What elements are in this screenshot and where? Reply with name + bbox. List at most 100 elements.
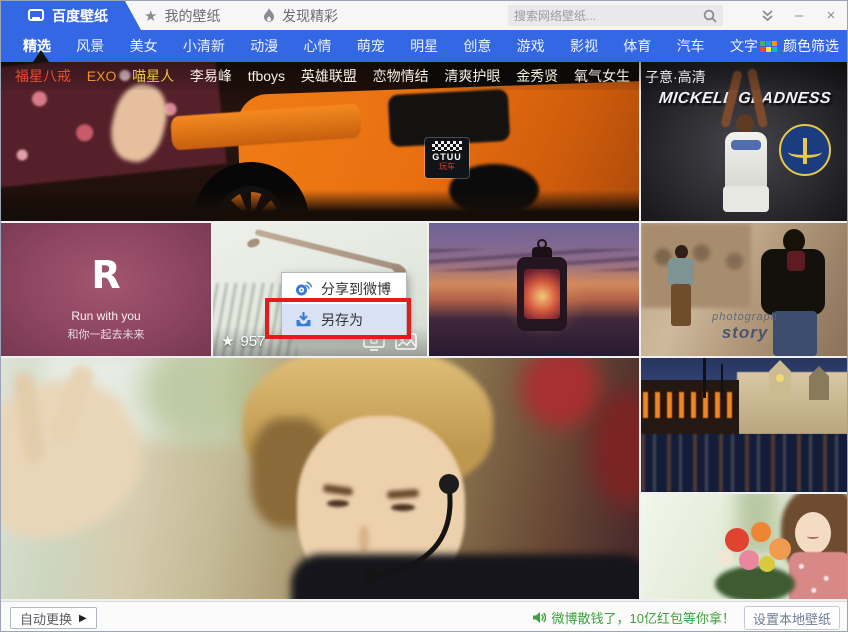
- star-icon: ★: [221, 333, 235, 350]
- fashion-caption-line2: story: [721, 323, 769, 342]
- bottom-bar: 自动更换 ▶ 微博散钱了，10亿红包等你拿！ 设置本地壁纸: [1, 601, 847, 631]
- run-title: Run with you: [71, 309, 141, 323]
- gtuu-sub-text: 玩车: [439, 162, 455, 171]
- nav-item-scenery[interactable]: 风景: [76, 36, 104, 56]
- player-head: [736, 114, 754, 134]
- nav-item-creative[interactable]: 创意: [463, 36, 491, 56]
- nav-item-text[interactable]: 文字: [730, 36, 758, 56]
- flame-icon: [264, 8, 274, 22]
- auto-change-button[interactable]: 自动更换 ▶: [10, 607, 97, 629]
- bouquet-flower: [725, 528, 749, 552]
- wallpaper-tile-dock-night[interactable]: [641, 358, 847, 492]
- set-local-wallpaper-button[interactable]: 设置本地壁纸: [744, 606, 840, 630]
- category-navbar: 精选 风景 美女 小清新 动漫 心情 萌宠 明星 创意 游戏 影视 体育 汽车 …: [1, 30, 847, 62]
- girl-dress: [789, 552, 847, 599]
- gtuu-watermark: GTUU 玩车: [425, 138, 469, 178]
- nav-item-cars[interactable]: 汽车: [677, 36, 705, 56]
- wallpaper-tile-run-with-you[interactable]: R Run with you 和你一起去未来: [1, 223, 211, 356]
- fashion-man1-shirt: [668, 258, 694, 286]
- search-input[interactable]: [508, 8, 703, 23]
- app-title: 百度壁纸: [52, 7, 108, 24]
- nav-item-anime[interactable]: 动漫: [250, 36, 278, 56]
- tab-discover-label: 发现精彩: [282, 7, 338, 24]
- ship-mast: [703, 358, 706, 398]
- tag-lianwuqingjie[interactable]: 恋物情结: [373, 66, 429, 86]
- tab-discover[interactable]: 发现精彩: [263, 1, 338, 30]
- menu-item-share-weibo[interactable]: 分享到微博: [282, 273, 406, 304]
- play-icon[interactable]: ▶: [79, 613, 87, 624]
- headset-mic: [363, 474, 459, 584]
- window-controls: – ×: [751, 1, 847, 30]
- tag-miaoxingren[interactable]: 喵星人: [132, 66, 174, 86]
- dock-clock-face: [776, 374, 784, 382]
- girl-face: [795, 512, 831, 554]
- category-list: 精选 风景 美女 小清新 动漫 心情 萌宠 明星 创意 游戏 影视 体育 汽车 …: [23, 30, 758, 62]
- tag-list: 福星八戒 EXO 喵星人 李易峰 tfboys 英雄联盟 恋物情结 清爽护眼 金…: [15, 62, 630, 90]
- fashion-caption-line1: photograph: [712, 311, 778, 323]
- tag-liyifeng[interactable]: 李易峰: [190, 66, 232, 86]
- color-filter-button[interactable]: 颜色筛选: [760, 30, 839, 62]
- dock-buildings: [737, 372, 847, 434]
- player-jersey: [725, 132, 767, 190]
- weibo-icon: [296, 281, 312, 296]
- portrait-bokeh-red: [521, 358, 601, 428]
- tag-jinxiuxian[interactable]: 金秀贤: [516, 66, 558, 86]
- app-logo-icon: [28, 8, 44, 21]
- search-icon[interactable]: [703, 9, 717, 23]
- nav-item-games[interactable]: 游戏: [517, 36, 545, 56]
- star-icon: ★: [144, 7, 158, 25]
- nav-item-movies[interactable]: 影视: [570, 36, 598, 56]
- speaker-icon: [532, 612, 546, 623]
- promo-notice-text: 微博散钱了，10亿红包等你拿！: [551, 611, 735, 626]
- wallpaper-grid: GTUU 玩车 MICKELL GLADNESS 福星八戒 EXO 喵星人 李易…: [1, 62, 847, 601]
- tag-qingshuanghuyan[interactable]: 清爽护眼: [444, 66, 500, 86]
- nav-item-fresh[interactable]: 小清新: [183, 36, 225, 56]
- wallpaper-tile-lantern[interactable]: [429, 223, 639, 356]
- lantern-glass: [524, 269, 560, 319]
- menu-item-save-label: 另存为: [321, 311, 363, 328]
- baidu-wallpaper-window: 百度壁纸 ★ 我的壁纸 发现精彩 搜索网络壁纸... – × 精选 风景 美女 …: [0, 0, 848, 632]
- context-menu: 分享到微博 另存为: [281, 272, 407, 336]
- active-category-notch: [33, 50, 49, 62]
- tab-baidu-wallpaper[interactable]: 百度壁纸: [1, 1, 141, 30]
- fashion-man1-head: [675, 245, 688, 259]
- nav-item-stars[interactable]: 明星: [410, 36, 438, 56]
- lantern-body: [517, 257, 567, 331]
- tag-lol[interactable]: 英雄联盟: [301, 66, 357, 86]
- wallpaper-tile-portrait[interactable]: [1, 358, 639, 599]
- save-as-icon: [296, 312, 311, 327]
- tag-yangqinvsheng[interactable]: 氧气女生: [574, 66, 630, 86]
- watermark-ziyi-hd: 子意·高清: [645, 69, 706, 85]
- lantern-ring: [537, 239, 547, 249]
- tab-my-wallpapers-label: 我的壁纸: [164, 7, 221, 24]
- run-logo-glyph: R: [91, 253, 121, 297]
- bouquet-flower: [739, 550, 759, 570]
- star-count: 957: [240, 332, 266, 350]
- nav-item-beauty[interactable]: 美女: [130, 36, 158, 56]
- tag-exo[interactable]: EXO: [87, 68, 117, 84]
- promo-notice[interactable]: 微博散钱了，10亿红包等你拿！: [532, 602, 735, 631]
- bouquet-flower: [769, 538, 791, 560]
- tab-my-wallpapers[interactable]: ★ 我的壁纸: [144, 1, 220, 30]
- favorite-star-count[interactable]: ★ 957: [221, 332, 266, 351]
- bouquet-flower: [717, 550, 733, 566]
- search-box[interactable]: [508, 5, 723, 26]
- nav-item-sports[interactable]: 体育: [623, 36, 651, 56]
- fashion-man2-head: [783, 229, 805, 253]
- bouquet-leaves: [715, 566, 795, 599]
- menu-dropdown-icon[interactable]: [751, 1, 783, 30]
- tag-fuxingbajie[interactable]: 福星八戒: [15, 66, 71, 86]
- menu-item-save-as[interactable]: 另存为: [282, 304, 406, 335]
- nav-item-mood[interactable]: 心情: [303, 36, 331, 56]
- fashion-man2-scarf: [787, 251, 805, 271]
- nav-item-pets[interactable]: 萌宠: [357, 36, 385, 56]
- portrait-bokeh-red2: [591, 388, 639, 508]
- girl-smile: [807, 534, 819, 539]
- tag-tfboys[interactable]: tfboys: [248, 68, 285, 84]
- tag-strip: 福星八戒 EXO 喵星人 李易峰 tfboys 英雄联盟 恋物情结 清爽护眼 金…: [1, 62, 847, 90]
- wallpaper-tile-fashion[interactable]: photograph story: [641, 223, 847, 356]
- wallpaper-tile-girl-bouquet[interactable]: [641, 494, 847, 599]
- close-button[interactable]: ×: [815, 1, 847, 30]
- minimize-button[interactable]: –: [783, 1, 815, 30]
- run-subtitle: 和你一起去未来: [67, 329, 145, 341]
